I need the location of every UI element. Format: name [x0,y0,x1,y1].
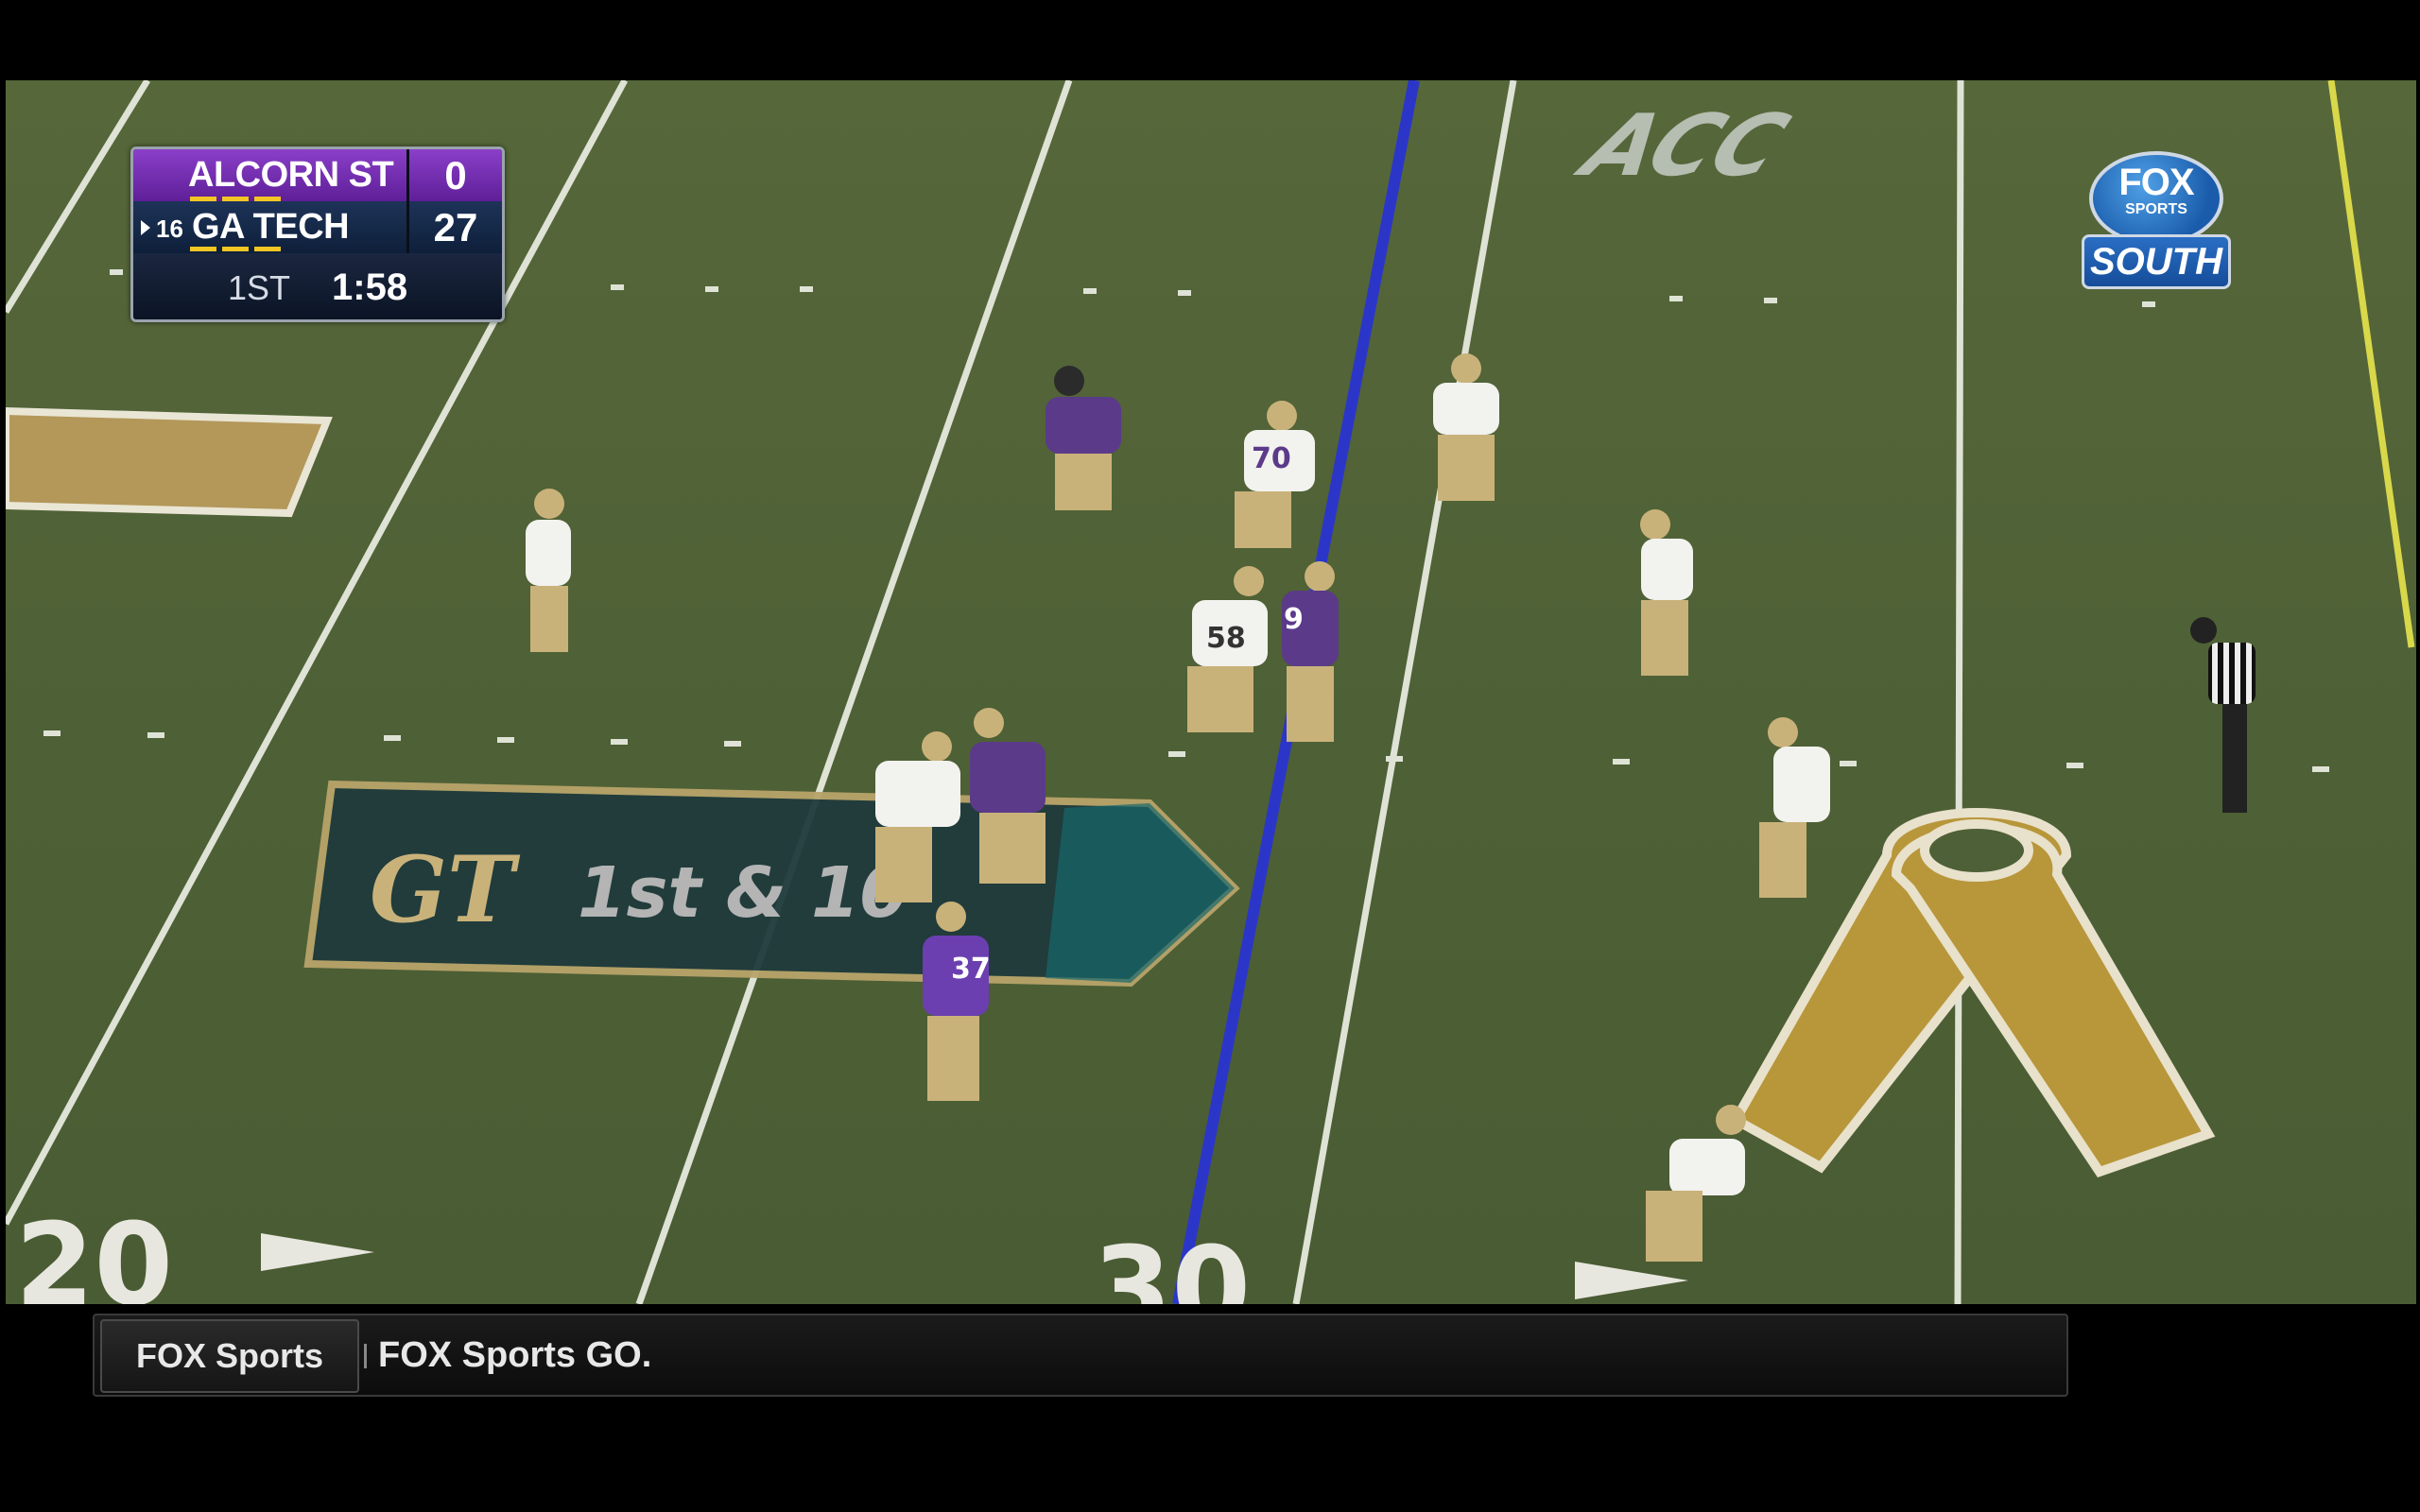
game-clock-row: 1ST 1:58 [133,253,502,319]
ticker-tag: FOX Sports [100,1319,359,1393]
gt-logo: GT [370,836,521,943]
away-team-row: ALCORN ST 0 [133,149,502,201]
away-team-name: ALCORN ST [188,155,394,195]
down-distance-marker: GT 1st & 10 [303,780,1240,988]
player-9: 9 [1282,561,1339,742]
quarter: 1ST [228,268,291,307]
home-team-score: 27 [406,201,502,253]
possession-arrow-icon [141,220,150,235]
down-distance-text: 1st & 10 [578,852,908,934]
game-clock: 1:58 [332,266,408,308]
fox-sports-globe-icon: FOX SPORTS [2089,151,2223,246]
acc-field-logo: ACC [1563,96,1803,195]
cornerback [1646,1105,1746,1262]
linebacker [1433,353,1499,501]
gt-field-logo [6,406,333,518]
network-region: SOUTH [2082,234,2231,289]
player-70: 70 [1235,401,1315,548]
svg-text:58: 58 [1206,622,1246,655]
home-team-row: 16 GA TECH 27 [133,201,502,253]
svg-text:9: 9 [1284,603,1304,636]
yard-arrow-left [261,1233,374,1271]
yard-number-left: 20 [15,1200,173,1304]
quarterback [526,489,571,652]
home-timeouts [190,247,281,251]
yard-arrow-right [1575,1262,1688,1299]
bottom-ticker: FOX Sports FOX Sports GO. [93,1314,2068,1397]
network-logo: FOX SPORTS SOUTH [2082,151,2231,304]
network-sub: SPORTS [2125,201,2187,217]
scorebug: ALCORN ST 0 16 GA TECH 27 1ST 1:58 [130,146,505,322]
yard-number-right: 30 [1093,1224,1251,1304]
sideline [2327,80,2415,648]
away-team-score: 0 [406,149,502,201]
safety [1759,717,1830,898]
home-team-name: GA TECH [192,207,350,247]
svg-text:70: 70 [1252,442,1291,475]
lineman [1046,366,1121,510]
svg-text:37: 37 [951,953,991,986]
home-team-rank: 16 [156,215,183,243]
referee [2190,617,2256,813]
player-58: 58 [1187,566,1268,732]
ticker-text: FOX Sports GO. [378,1335,652,1375]
defender [1640,509,1693,676]
game-video[interactable]: ACC GT 1st & 10 20 30 70 58 9 37 ALCORN … [6,80,2416,1304]
ticker-divider [364,1344,367,1368]
network-brand: FOX [2118,162,2194,203]
